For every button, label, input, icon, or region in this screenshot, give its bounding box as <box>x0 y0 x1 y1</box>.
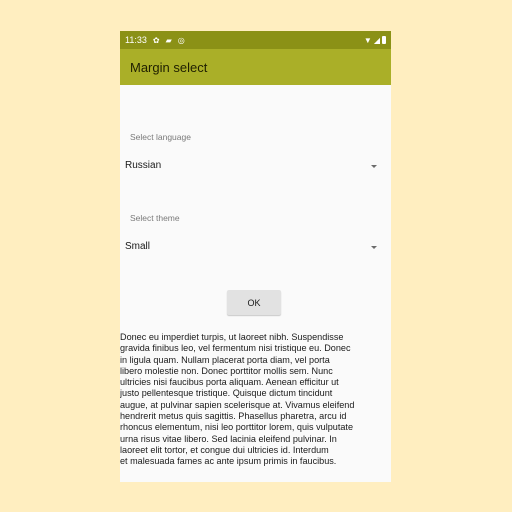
language-label: Select language <box>130 132 191 142</box>
status-time: 11:33 <box>125 35 147 45</box>
sd-card-icon: ▰ <box>165 35 172 45</box>
status-right-icons: ▼ ◢ <box>364 31 386 49</box>
signal-icon: ◢ <box>373 35 380 45</box>
sync-icon: ◎ <box>177 35 185 45</box>
language-spinner[interactable]: Russian <box>120 156 391 176</box>
theme-spinner[interactable]: Small <box>120 237 391 257</box>
app-title: Margin select <box>130 59 208 75</box>
language-value: Russian <box>125 160 162 171</box>
theme-value: Small <box>125 241 151 252</box>
app-screen: 11:33 ✿ ▰ ◎ ▼ ◢ Margin select Select lan… <box>120 31 391 482</box>
settings-icon: ✿ <box>152 35 160 45</box>
theme-label: Select theme <box>130 213 180 223</box>
battery-icon <box>382 36 386 44</box>
ok-button[interactable]: OK <box>227 290 281 315</box>
dropdown-arrow-icon <box>371 165 377 168</box>
status-bar: 11:33 ✿ ▰ ◎ ▼ ◢ <box>120 31 391 49</box>
wifi-icon: ▼ <box>363 35 372 45</box>
body-text: Donec eu imperdiet turpis, ut laoreet ni… <box>120 332 355 467</box>
dropdown-arrow-icon <box>371 246 377 249</box>
app-bar: Margin select <box>120 49 391 85</box>
